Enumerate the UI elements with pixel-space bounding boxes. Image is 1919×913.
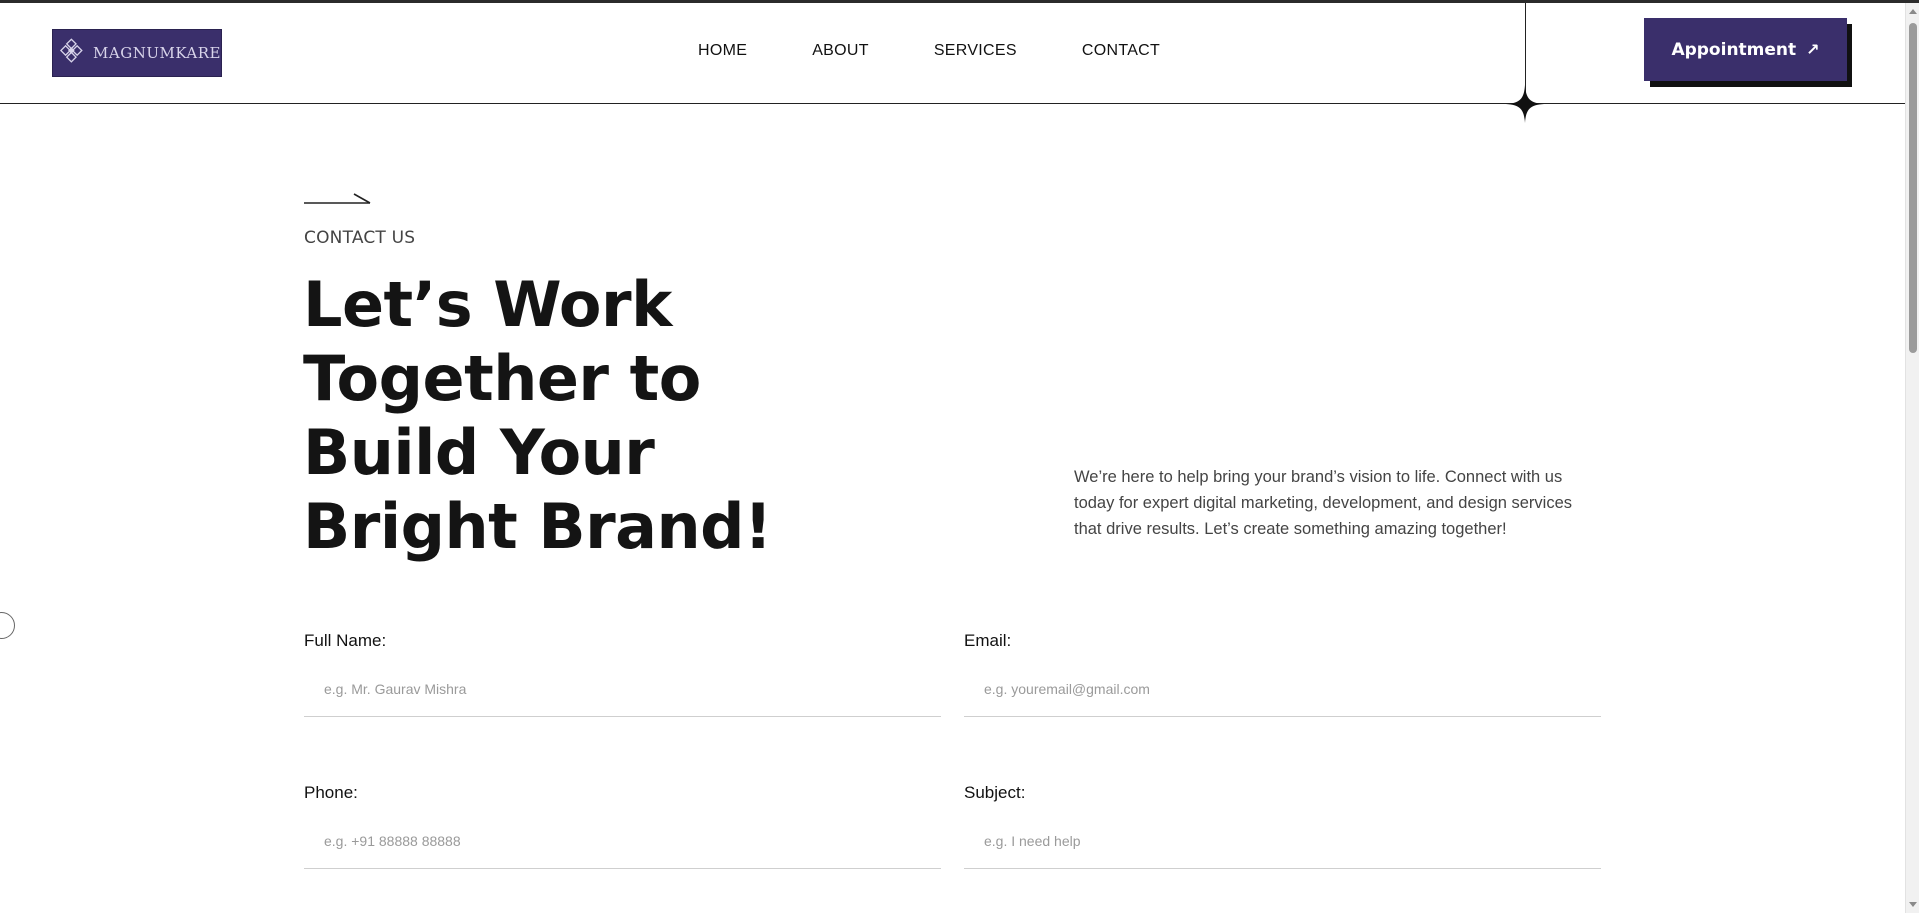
nav-contact[interactable]: CONTACT (1082, 42, 1160, 60)
scroll-up-icon[interactable] (1909, 9, 1917, 14)
subject-input[interactable] (964, 813, 1601, 869)
intro-text: We’re here to help bring your brand’s vi… (1074, 468, 1573, 538)
arrow-right-icon (304, 193, 371, 204)
page-scrollbar[interactable] (1905, 3, 1919, 913)
section-kicker: CONTACT US (304, 228, 416, 248)
email-label: Email: (964, 631, 1012, 650)
arrow-up-right-icon: ↗ (1806, 40, 1820, 59)
sparkle-icon (1506, 85, 1544, 123)
subject-label: Subject: (964, 783, 1026, 802)
phone-label: Phone: (304, 783, 358, 802)
side-circle-icon[interactable] (0, 612, 15, 639)
full-name-label: Full Name: (304, 631, 387, 650)
brand-logo[interactable]: MAGNUMKARE (52, 29, 222, 77)
nav-about[interactable]: ABOUT (812, 42, 869, 60)
main-nav: HOME ABOUT SERVICES CONTACT (698, 42, 1225, 60)
appointment-button[interactable]: Appointment ↗ (1644, 18, 1847, 81)
logo-text: MAGNUMKARE (93, 44, 221, 62)
full-name-field: Full Name: (304, 631, 941, 717)
phone-field: Phone: (304, 783, 941, 869)
nav-services[interactable]: SERVICES (934, 42, 1017, 60)
email-input[interactable] (964, 661, 1601, 717)
site-header: MAGNUMKARE HOME ABOUT SERVICES CONTACT (0, 3, 1905, 104)
scrollbar-thumb[interactable] (1909, 23, 1917, 353)
phone-input[interactable] (304, 813, 941, 869)
nav-home[interactable]: HOME (698, 42, 747, 60)
subject-field: Subject: (964, 783, 1601, 869)
scroll-down-icon[interactable] (1909, 902, 1917, 907)
email-field: Email: (964, 631, 1601, 717)
page-title: Let’s Work Together to Build Your Bright… (303, 268, 772, 563)
full-name-input[interactable] (304, 661, 941, 717)
appointment-button-label: Appointment (1671, 39, 1797, 60)
logo-mark-icon (59, 38, 83, 63)
